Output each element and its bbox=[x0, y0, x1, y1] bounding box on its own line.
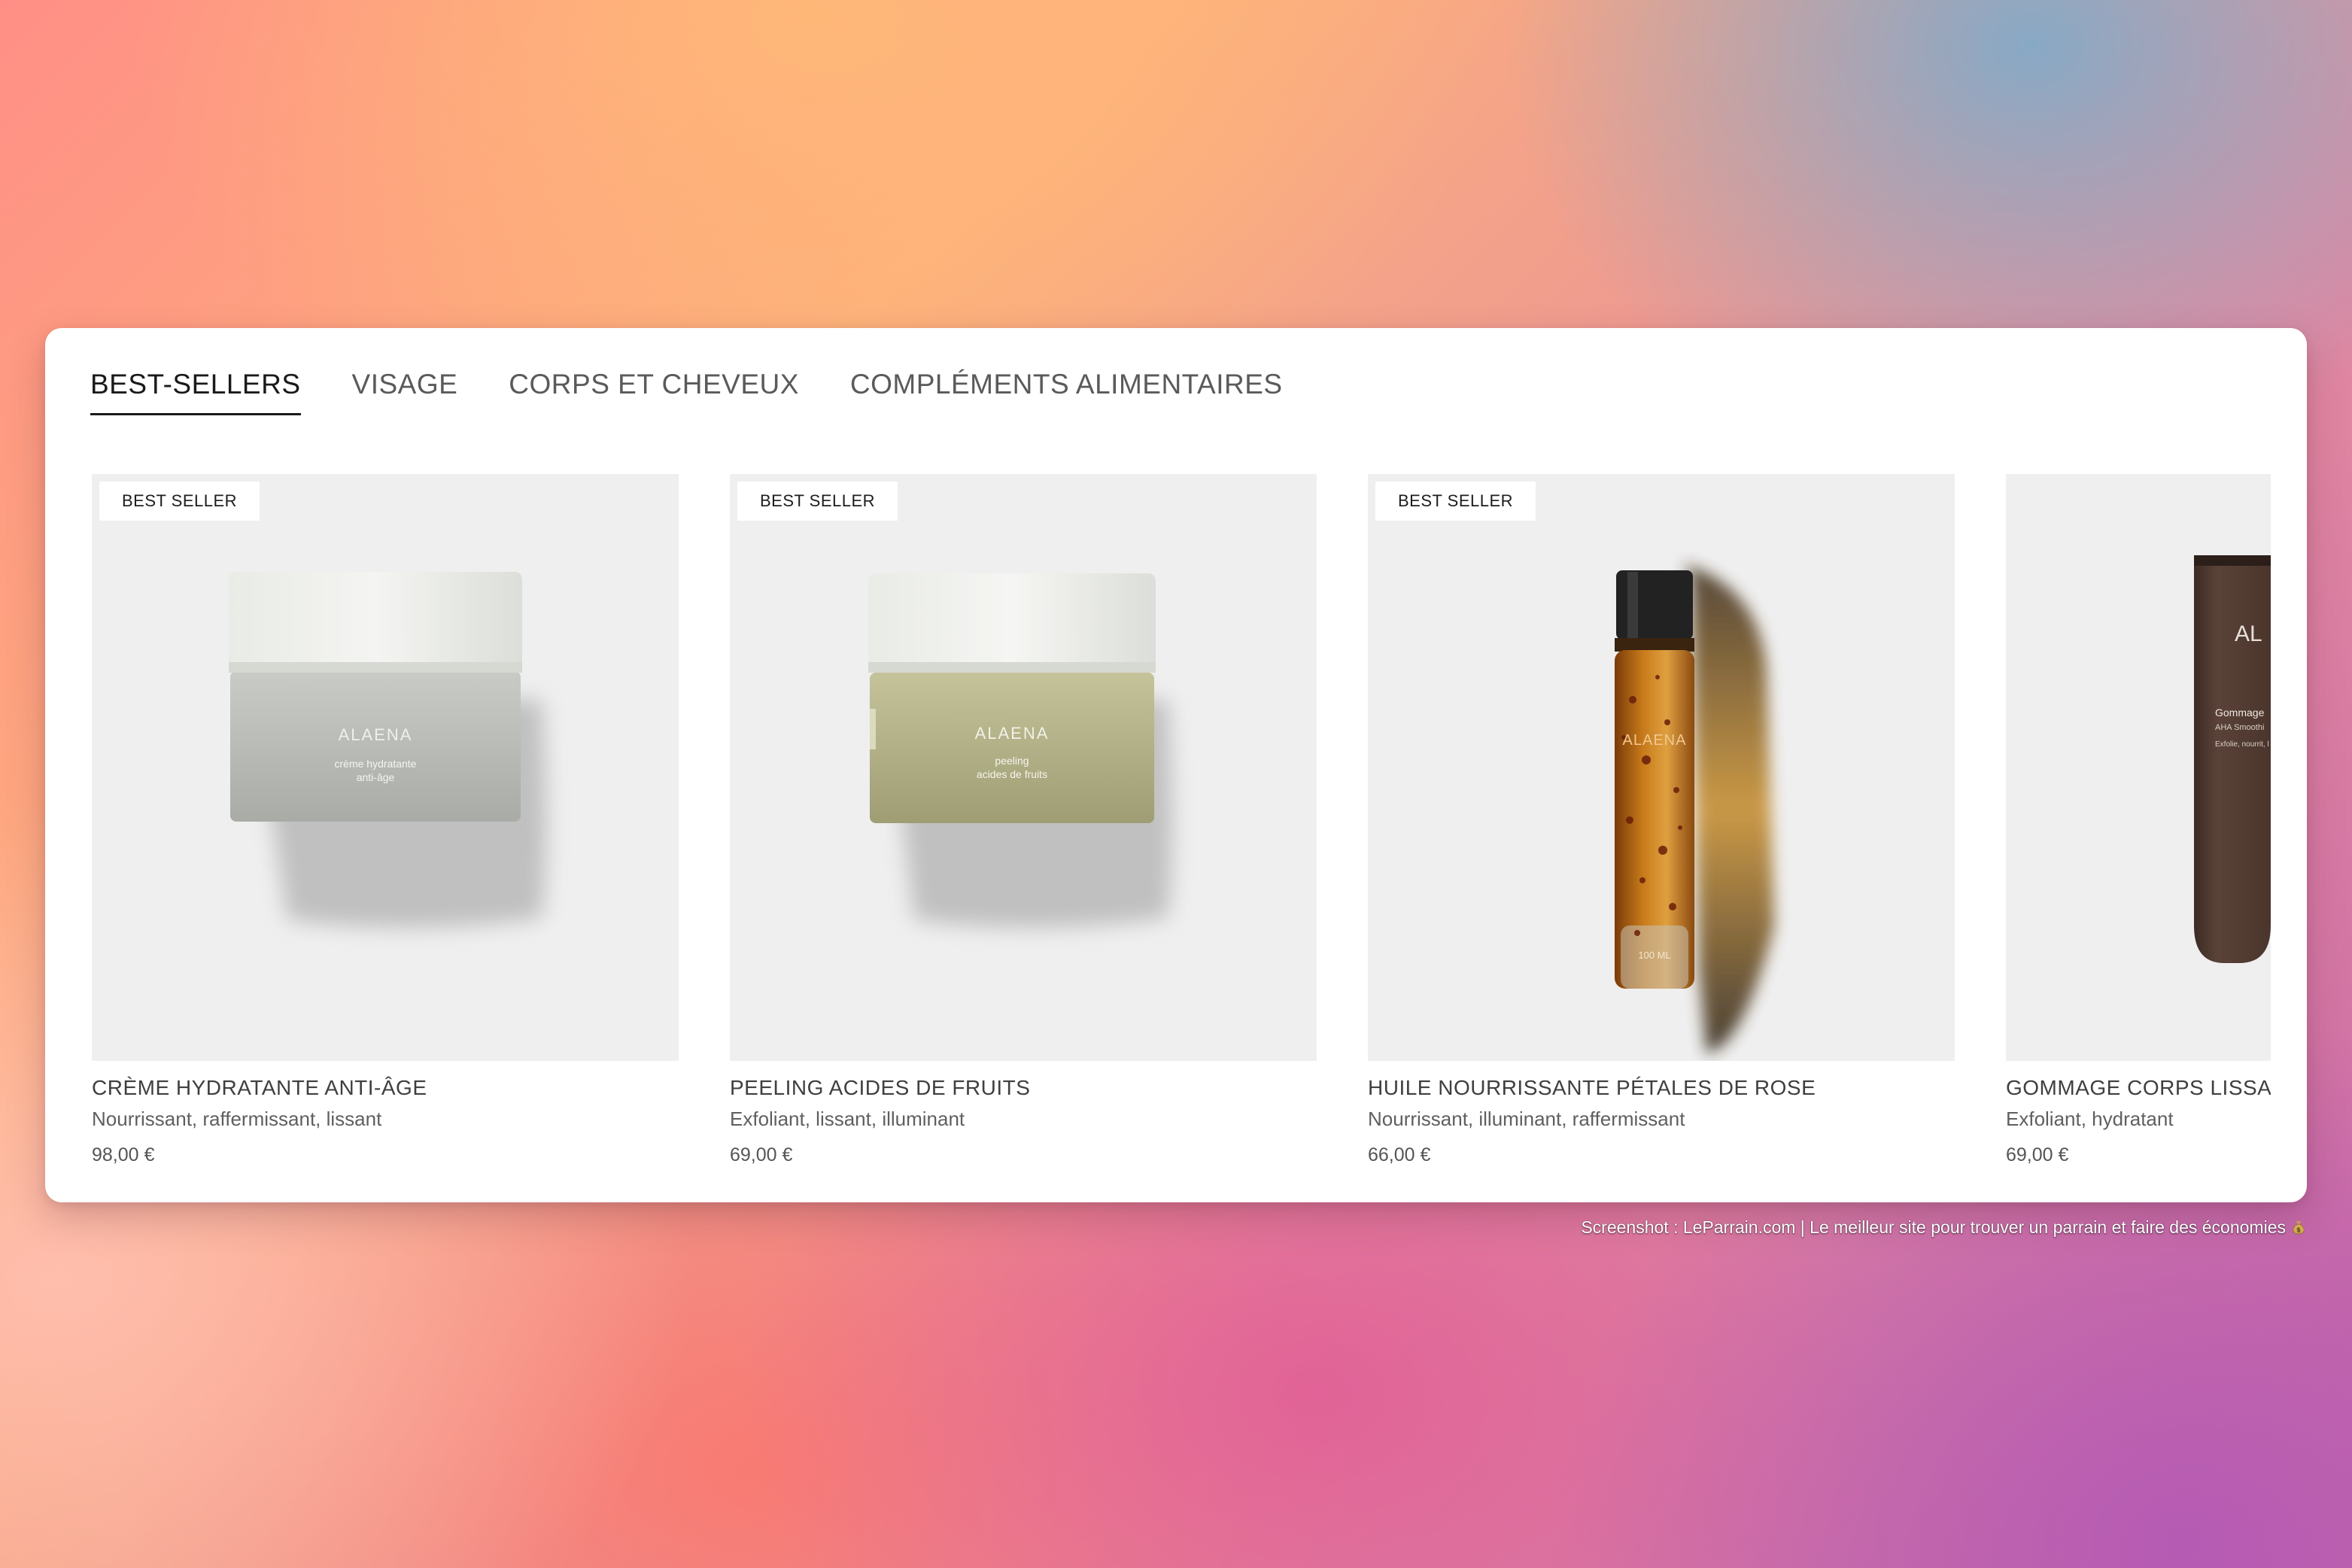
product-price: 98,00 € bbox=[92, 1144, 155, 1165]
svg-text:ALAENA: ALAENA bbox=[339, 725, 413, 744]
product-description: Nourrissant, illuminant, raffermissant bbox=[1368, 1108, 1685, 1130]
tab-complements-alimentaires[interactable]: COMPLÉMENTS ALIMENTAIRES bbox=[850, 370, 1283, 415]
product-track: ALAENA crème hydratante anti-âge BEST SE… bbox=[92, 474, 2271, 1174]
money-bag-icon: $ bbox=[2293, 1221, 2305, 1235]
product-carousel-panel: BEST-SELLERS VISAGE CORPS ET CHEVEUX COM… bbox=[45, 328, 2307, 1202]
svg-text:acides de fruits: acides de fruits bbox=[977, 768, 1047, 780]
tab-visage[interactable]: VISAGE bbox=[352, 370, 458, 415]
product-card-huile-nourrissante[interactable]: ALAENA 100 ML BEST SELLER HUILE NOURRISS… bbox=[1368, 474, 1955, 1166]
product-description: Exfoliant, hydratant bbox=[2006, 1108, 2174, 1130]
peeling-jar-image: ALAENA peeling acides de fruits bbox=[868, 573, 1172, 928]
product-price: 69,00 € bbox=[730, 1144, 793, 1165]
product-image-area[interactable]: AL Gommage AHA Smoothi Exfolie, nourrit,… bbox=[2006, 474, 2271, 1061]
oil-bottle-image: ALAENA 100 ML bbox=[1615, 564, 1774, 1053]
product-name[interactable]: HUILE NOURRISSANTE PÉTALES DE ROSE bbox=[1368, 1076, 1955, 1100]
svg-text:Exfolie, nourrit, l: Exfolie, nourrit, l bbox=[2215, 740, 2269, 749]
svg-text:ALAENA: ALAENA bbox=[1623, 732, 1687, 749]
product-name[interactable]: CRÈME HYDRATANTE ANTI-ÂGE bbox=[92, 1076, 679, 1100]
svg-text:Gommage: Gommage bbox=[2215, 707, 2265, 719]
product-card-gommage-corps[interactable]: AL Gommage AHA Smoothi Exfolie, nourrit,… bbox=[2006, 474, 2271, 1166]
product-image-area[interactable]: ALAENA crème hydratante anti-âge BEST SE… bbox=[92, 474, 679, 1061]
svg-text:ALAENA: ALAENA bbox=[975, 724, 1050, 743]
product-description: Exfoliant, lissant, illuminant bbox=[730, 1108, 965, 1130]
product-card-creme-hydratante[interactable]: ALAENA crème hydratante anti-âge BEST SE… bbox=[92, 474, 679, 1166]
product-price: 66,00 € bbox=[1368, 1144, 1431, 1165]
tab-best-sellers[interactable]: BEST-SELLERS bbox=[90, 370, 301, 415]
product-name[interactable]: GOMMAGE CORPS LISSANT bbox=[2006, 1076, 2271, 1100]
tab-corps-et-cheveux[interactable]: CORPS ET CHEVEUX bbox=[509, 370, 799, 415]
best-seller-badge: BEST SELLER bbox=[99, 482, 260, 521]
svg-text:AHA Smoothi: AHA Smoothi bbox=[2215, 723, 2264, 732]
best-seller-badge: BEST SELLER bbox=[737, 482, 898, 521]
svg-text:crème hydratante: crème hydratante bbox=[335, 758, 417, 770]
product-price: 69,00 € bbox=[2006, 1144, 2069, 1165]
svg-text:$: $ bbox=[2296, 1226, 2300, 1233]
product-name[interactable]: PEELING ACIDES DE FRUITS bbox=[730, 1076, 1317, 1100]
screenshot-credit: Screenshot : LeParrain.com | Le meilleur… bbox=[1581, 1217, 2307, 1238]
svg-text:AL: AL bbox=[2235, 621, 2262, 646]
product-image-area[interactable]: ALAENA peeling acides de fruits BEST SEL… bbox=[730, 474, 1317, 1061]
cream-jar-image: ALAENA crème hydratante anti-âge bbox=[229, 572, 546, 928]
product-image-area[interactable]: ALAENA 100 ML BEST SELLER bbox=[1368, 474, 1955, 1061]
svg-text:anti-âge: anti-âge bbox=[357, 771, 395, 783]
category-tabs: BEST-SELLERS VISAGE CORPS ET CHEVEUX COM… bbox=[90, 370, 1283, 415]
best-seller-badge: BEST SELLER bbox=[1375, 482, 1536, 521]
product-card-peeling[interactable]: ALAENA peeling acides de fruits BEST SEL… bbox=[730, 474, 1317, 1166]
svg-text:100 ML: 100 ML bbox=[1638, 950, 1670, 961]
scrub-tube-image: AL Gommage AHA Smoothi Exfolie, nourrit,… bbox=[2194, 555, 2271, 963]
svg-text:peeling: peeling bbox=[995, 755, 1029, 767]
product-description: Nourrissant, raffermissant, lissant bbox=[92, 1108, 382, 1130]
credit-text: Screenshot : LeParrain.com | Le meilleur… bbox=[1581, 1217, 2286, 1237]
